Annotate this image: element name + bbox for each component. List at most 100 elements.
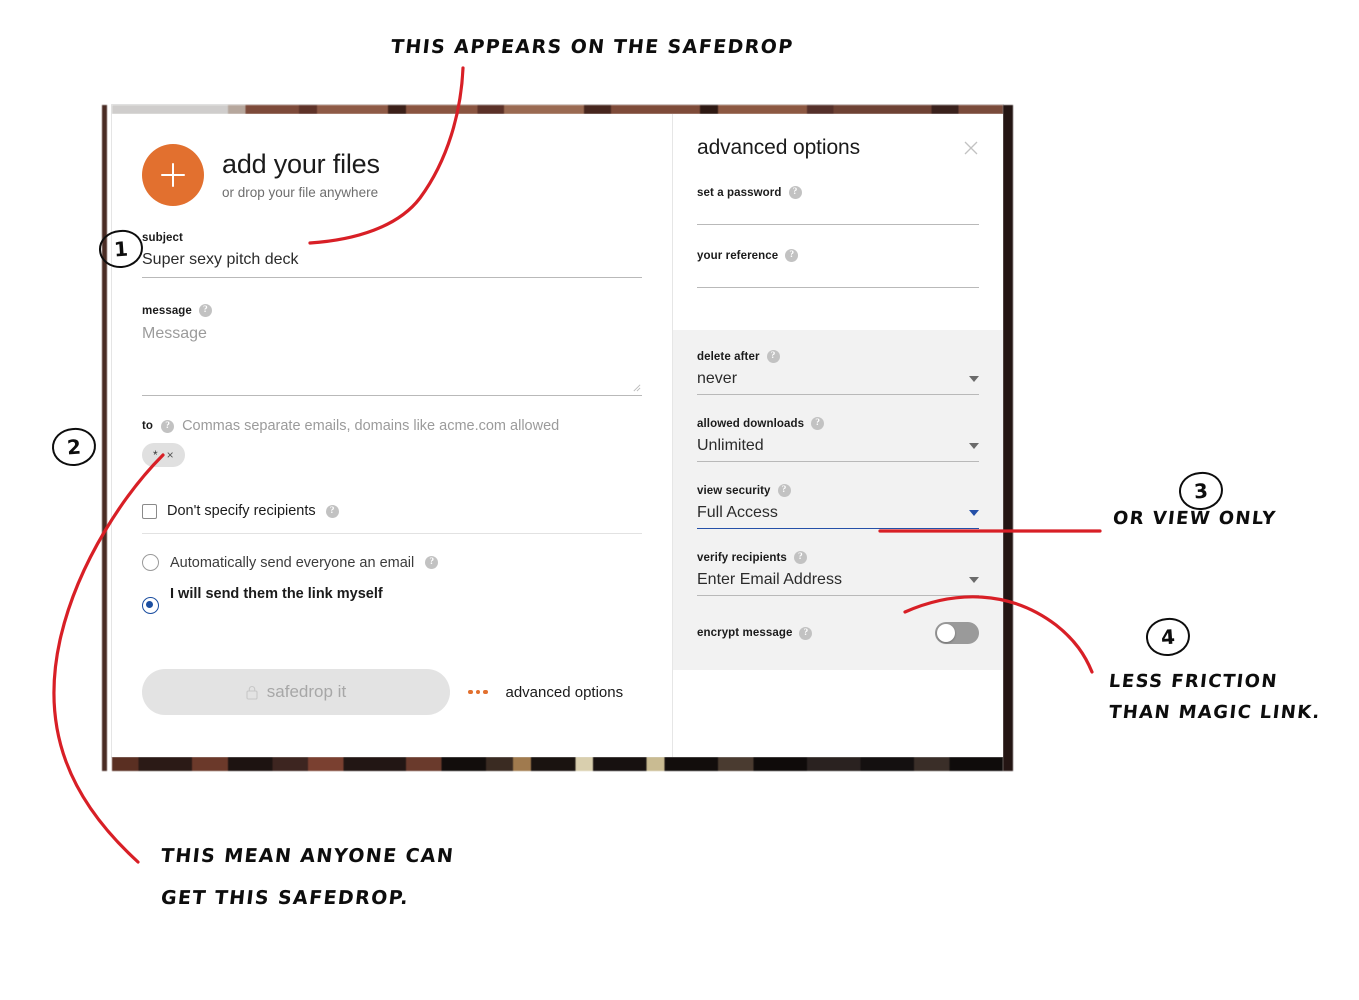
delete-after-select[interactable]: never [697, 370, 979, 395]
advanced-options-title: advanced options [697, 136, 861, 159]
your-reference-label-text: your reference [697, 249, 779, 262]
recipients-field-group: to ? Commas separate emails, domains lik… [142, 418, 642, 495]
drop-hint: or drop your file anywhere [222, 184, 379, 200]
radio-send-myself[interactable] [142, 596, 159, 614]
background-edge-left [102, 105, 107, 771]
your-reference-underline [697, 287, 979, 288]
recipient-chip[interactable]: * × [142, 443, 185, 467]
set-password-group: set a password ? [697, 186, 979, 225]
message-placeholder: Message [142, 325, 207, 342]
message-label: message ? [142, 304, 642, 317]
view-security-label: view security ? [697, 484, 979, 497]
annotation-note-top: THIS APPEARS ON THE SAFEDROP [389, 36, 795, 58]
add-files-plus-icon[interactable] [142, 144, 204, 206]
verify-recipients-group: verify recipients ? Enter Email Address [697, 551, 979, 596]
chevron-down-icon[interactable] [969, 376, 979, 382]
close-icon[interactable]: × [167, 449, 174, 461]
subject-field-group: subject Super sexy pitch deck [142, 232, 642, 278]
subject-label: subject [142, 232, 642, 244]
dont-specify-recipients-checkbox[interactable] [142, 503, 157, 519]
radio-auto-send-row[interactable]: Automatically send everyone an email ? [142, 554, 642, 571]
compose-panel: add your files or drop your file anywher… [112, 114, 672, 757]
allowed-downloads-help-icon[interactable]: ? [811, 417, 825, 430]
delete-after-help-icon[interactable]: ? [766, 350, 780, 363]
page-title: add your files [222, 149, 380, 180]
advanced-options-panel: advanced options set a password ? your r… [672, 114, 1003, 757]
delete-after-label-text: delete after [697, 350, 760, 363]
view-security-label-text: view security [697, 484, 771, 497]
allowed-downloads-label: allowed downloads ? [697, 417, 979, 430]
annotation-note-verify-line1: LESS FRICTION [1107, 671, 1279, 692]
safedrop-it-button[interactable]: safedrop it [142, 669, 450, 715]
to-help-icon[interactable]: ? [161, 419, 175, 433]
chevron-down-icon[interactable] [969, 577, 979, 583]
toggle-knob [937, 624, 955, 642]
annotation-marker-2: 2 [50, 426, 98, 468]
close-icon[interactable] [963, 140, 979, 156]
lock-icon [246, 685, 258, 700]
radio-auto-send-label: Automatically send everyone an email [170, 554, 415, 571]
dont-specify-help-icon[interactable]: ? [325, 504, 339, 518]
your-reference-group: your reference ? [697, 249, 979, 288]
resize-handle-icon[interactable] [632, 383, 641, 392]
auto-send-help-icon[interactable]: ? [425, 556, 439, 569]
verify-recipients-label: verify recipients ? [697, 551, 979, 564]
background-edge-right [1003, 105, 1013, 771]
subject-underline [142, 277, 642, 278]
more-options-dots-icon[interactable] [468, 689, 488, 695]
annotation-note-bottom-line1: THIS MEAN ANYONE CAN [159, 845, 456, 867]
advanced-options-top-section: advanced options set a password ? your r… [673, 114, 1003, 330]
verify-recipients-help-icon[interactable]: ? [793, 551, 807, 564]
verify-recipients-label-text: verify recipients [697, 551, 787, 564]
allowed-downloads-select[interactable]: Unlimited [697, 437, 979, 462]
dont-specify-recipients-label: Don't specify recipients [167, 503, 316, 519]
annotation-note-verify-line2: THAN MAGIC LINK. [1107, 702, 1322, 723]
encrypt-message-toggle[interactable] [935, 622, 979, 644]
message-underline [142, 395, 642, 396]
allowed-downloads-group: allowed downloads ? Unlimited [697, 417, 979, 462]
view-security-select[interactable]: Full Access [697, 504, 979, 529]
allowed-downloads-value: Unlimited [697, 437, 764, 454]
advanced-options-settings-section: delete after ? never allowed downloads ?… [673, 330, 1003, 670]
recipient-chip-label: * [153, 448, 158, 462]
chevron-down-icon[interactable] [969, 443, 979, 449]
message-help-icon[interactable]: ? [198, 304, 212, 317]
safedrop-it-label: safedrop it [266, 682, 347, 701]
dont-specify-recipients-row[interactable]: Don't specify recipients ? [142, 503, 642, 519]
verify-recipients-select[interactable]: Enter Email Address [697, 571, 979, 596]
your-reference-label: your reference ? [697, 249, 979, 262]
annotation-note-view-security: OR VIEW ONLY [1111, 508, 1278, 529]
set-password-underline [697, 224, 979, 225]
delete-after-group: delete after ? never [697, 350, 979, 395]
message-field-group: message ? Message [142, 304, 642, 396]
add-files-hero: add your files or drop your file anywher… [142, 144, 642, 206]
annotation-note-bottom-line2: GET THIS SAFEDROP. [159, 887, 411, 909]
background-photo-strip-top [112, 105, 1003, 114]
safedrop-app-screenshot: add your files or drop your file anywher… [102, 105, 1013, 771]
message-label-text: message [142, 304, 192, 317]
message-textarea[interactable]: Message [142, 317, 642, 395]
view-security-value: Full Access [697, 504, 778, 521]
section-divider [142, 533, 642, 534]
encrypt-message-label: encrypt message ? [697, 626, 813, 640]
advanced-options-link[interactable]: advanced options [506, 684, 624, 701]
allowed-downloads-label-text: allowed downloads [697, 417, 805, 430]
chevron-down-icon[interactable] [969, 510, 979, 516]
set-password-label: set a password ? [697, 186, 979, 199]
radio-send-myself-row[interactable]: I will send them the link myself [142, 586, 642, 624]
annotation-marker-4: 4 [1144, 616, 1192, 658]
set-password-help-icon[interactable]: ? [788, 186, 802, 199]
subject-input[interactable]: Super sexy pitch deck [142, 244, 642, 277]
annotation-marker-3: 3 [1177, 470, 1225, 512]
to-label-row: to ? Commas separate emails, domains lik… [142, 418, 642, 434]
background-photo-strip-bottom [112, 757, 1003, 771]
radio-auto-send[interactable] [142, 554, 159, 571]
encrypt-message-help-icon[interactable]: ? [799, 626, 813, 640]
view-security-help-icon[interactable]: ? [777, 484, 791, 497]
view-security-group: view security ? Full Access [697, 484, 979, 529]
radio-send-myself-label: I will send them the link myself [170, 586, 383, 602]
delete-after-value: never [697, 370, 738, 387]
encrypt-message-row: encrypt message ? [697, 622, 979, 644]
to-label: to [142, 420, 154, 432]
your-reference-help-icon[interactable]: ? [785, 249, 799, 262]
